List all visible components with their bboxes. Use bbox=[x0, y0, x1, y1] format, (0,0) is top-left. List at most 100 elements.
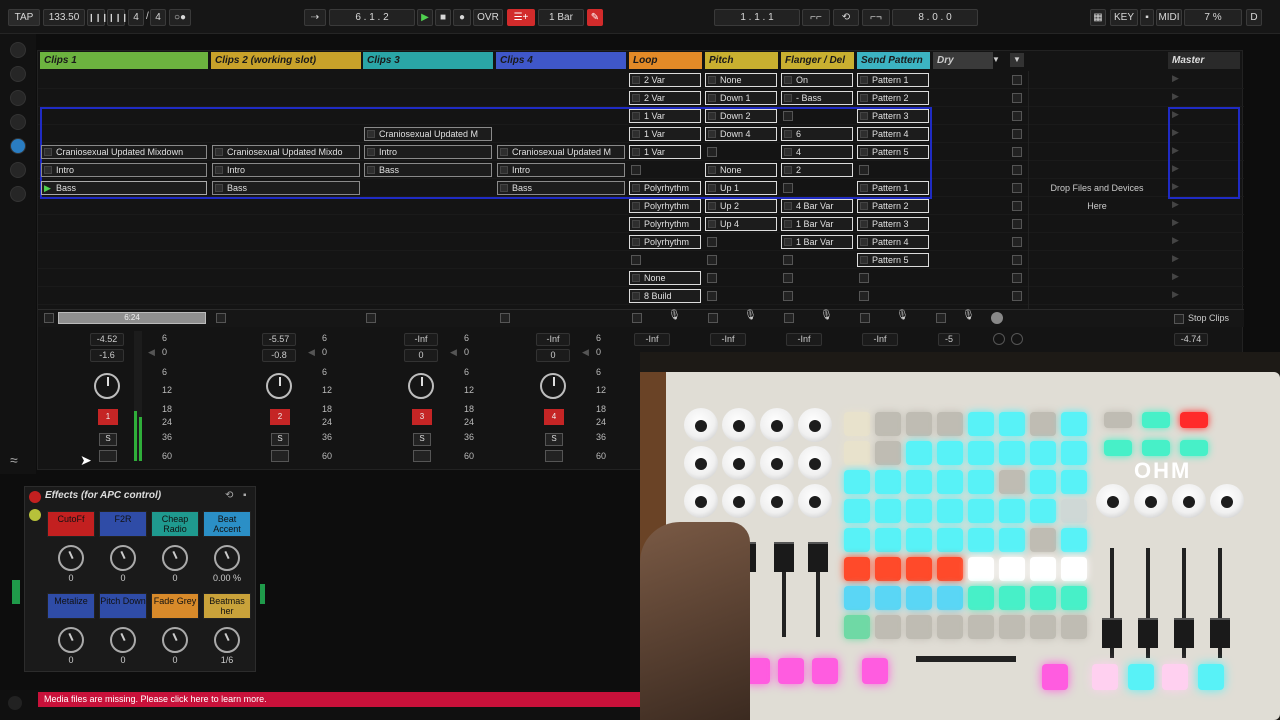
track-activator-button[interactable]: 4 bbox=[544, 409, 564, 425]
clip-slot[interactable]: Down 4 bbox=[705, 127, 777, 141]
track-stop-icon[interactable] bbox=[708, 313, 718, 323]
empty-slot-stop-icon[interactable] bbox=[859, 273, 869, 283]
clip-slot[interactable]: None bbox=[705, 163, 777, 177]
browser-category-icon[interactable] bbox=[10, 162, 26, 178]
pan-knob[interactable] bbox=[94, 373, 120, 399]
clip-slot[interactable]: Pattern 4 bbox=[857, 235, 929, 249]
macro-knob[interactable] bbox=[58, 627, 84, 653]
empty-slot-stop-icon[interactable] bbox=[783, 273, 793, 283]
clip-slot[interactable]: Bass bbox=[364, 163, 492, 177]
volume-display[interactable]: -Inf bbox=[404, 333, 438, 346]
empty-slot-stop-icon[interactable] bbox=[707, 147, 717, 157]
clip-slot[interactable]: Polyrhythm bbox=[629, 217, 701, 231]
empty-slot-stop-icon[interactable] bbox=[783, 111, 793, 121]
clip-stop-icon[interactable] bbox=[632, 292, 640, 300]
clip-slot[interactable]: 1 Var bbox=[629, 109, 701, 123]
scene-stop-icon[interactable] bbox=[1012, 147, 1022, 157]
track-stop-icon[interactable] bbox=[216, 313, 226, 323]
clip-stop-icon[interactable] bbox=[784, 166, 792, 174]
volume-fader-icon[interactable]: ◀ bbox=[450, 347, 457, 358]
clip-stop-icon[interactable] bbox=[500, 166, 508, 174]
return-volume-display[interactable]: -5 bbox=[938, 333, 960, 346]
scene-stop-icon[interactable] bbox=[1012, 201, 1022, 211]
clip-stop-icon[interactable] bbox=[708, 112, 716, 120]
track-header[interactable]: Clips 2 (working slot) bbox=[211, 52, 361, 69]
rack-map-icon[interactable]: ⟲ bbox=[225, 490, 233, 501]
macro-knob[interactable] bbox=[110, 545, 136, 571]
macro-label[interactable]: CutoFf bbox=[47, 511, 95, 537]
punch-in-icon[interactable]: ⌐⌐ bbox=[802, 9, 830, 26]
clip-slot[interactable]: None bbox=[705, 73, 777, 87]
clip-slot[interactable]: Polyrhythm bbox=[629, 181, 701, 195]
browser-category-icon[interactable] bbox=[10, 186, 26, 202]
arm-button[interactable] bbox=[271, 450, 289, 462]
clip-stop-icon[interactable] bbox=[632, 94, 640, 102]
macro-label[interactable]: Cheap Radio bbox=[151, 511, 199, 537]
clip-slot[interactable]: Craniosexual Updated Mixdown bbox=[41, 145, 207, 159]
browser-category-icon[interactable] bbox=[10, 42, 26, 58]
volume-display[interactable]: -5.57 bbox=[262, 333, 296, 346]
return-volume-display[interactable]: -Inf bbox=[634, 333, 670, 346]
clip-stop-icon[interactable] bbox=[632, 130, 640, 138]
clip-stop-icon[interactable] bbox=[44, 166, 52, 174]
clip-stop-icon[interactable] bbox=[860, 184, 868, 192]
track-activator-button[interactable]: 2 bbox=[270, 409, 290, 425]
empty-slot-stop-icon[interactable] bbox=[707, 255, 717, 265]
scene-launch-icon[interactable]: ▶ bbox=[1172, 199, 1179, 210]
save-preset-icon[interactable]: ▪ bbox=[243, 490, 247, 501]
scene-launch-icon[interactable]: ▶ bbox=[1172, 235, 1179, 246]
clip-stop-icon[interactable] bbox=[215, 148, 223, 156]
clip-slot[interactable]: Pattern 2 bbox=[857, 91, 929, 105]
clip-slot[interactable]: Pattern 3 bbox=[857, 217, 929, 231]
tempo-field[interactable]: 133.50 bbox=[43, 9, 85, 26]
meter-denominator[interactable]: 4 bbox=[150, 9, 166, 26]
track-header[interactable]: Clips 3 bbox=[363, 52, 493, 69]
scene-stop-icon[interactable] bbox=[1012, 273, 1022, 283]
clip-slot[interactable]: Pattern 5 bbox=[857, 145, 929, 159]
follow-icon[interactable]: ⇢ bbox=[304, 9, 326, 26]
clip-slot[interactable]: Pattern 3 bbox=[857, 109, 929, 123]
macro-knob[interactable] bbox=[58, 545, 84, 571]
track-stop-icon[interactable] bbox=[44, 313, 54, 323]
overdub-button[interactable]: OVR bbox=[473, 9, 503, 26]
empty-slot-stop-icon[interactable] bbox=[859, 165, 869, 175]
arm-button[interactable] bbox=[99, 450, 117, 462]
clip-stop-icon[interactable] bbox=[784, 238, 792, 246]
macro-label[interactable]: Fade Grey bbox=[151, 593, 199, 619]
volume-display[interactable]: -Inf bbox=[536, 333, 570, 346]
clip-slot[interactable]: Up 1 bbox=[705, 181, 777, 195]
empty-slot-stop-icon[interactable] bbox=[631, 255, 641, 265]
nudge-icon[interactable]: ❙❙❙ bbox=[87, 9, 108, 26]
chevron-down-icon[interactable]: ▼ bbox=[1010, 53, 1024, 67]
clip-slot[interactable]: None bbox=[629, 271, 701, 285]
empty-slot-stop-icon[interactable] bbox=[707, 237, 717, 247]
macro-label[interactable]: Metalize bbox=[47, 593, 95, 619]
quantize-select[interactable]: 1 Bar bbox=[538, 9, 584, 26]
clip-slot[interactable]: 2 Var bbox=[629, 73, 701, 87]
clip-stop-icon[interactable] bbox=[860, 238, 868, 246]
solo-button[interactable]: S bbox=[413, 433, 431, 446]
browser-category-icon[interactable] bbox=[10, 66, 26, 82]
clip-stop-icon[interactable] bbox=[784, 220, 792, 228]
solo-button[interactable]: S bbox=[99, 433, 117, 446]
clip-slot[interactable]: Polyrhythm bbox=[629, 199, 701, 213]
clip-slot[interactable]: Craniosexual Updated Mixdo bbox=[212, 145, 360, 159]
volume-fader-icon[interactable]: ◀ bbox=[308, 347, 315, 358]
scene-launch-icon[interactable]: ▶ bbox=[1172, 109, 1179, 120]
nudge-icon[interactable]: ❙❙❙ bbox=[107, 9, 128, 26]
clip-slot[interactable]: Intro bbox=[41, 163, 207, 177]
clip-stop-icon[interactable] bbox=[632, 238, 640, 246]
clip-stop-icon[interactable] bbox=[500, 184, 508, 192]
clip-stop-icon[interactable] bbox=[632, 274, 640, 282]
clip-slot[interactable]: 2 Var bbox=[629, 91, 701, 105]
macro-knob[interactable] bbox=[162, 545, 188, 571]
track-header[interactable]: Send Pattern bbox=[857, 52, 930, 69]
scene-stop-icon[interactable] bbox=[1012, 111, 1022, 121]
metronome-icon[interactable]: ○● bbox=[169, 9, 191, 26]
clip-stop-icon[interactable] bbox=[632, 148, 640, 156]
device-power-icon[interactable] bbox=[29, 491, 41, 503]
clip-stop-icon[interactable] bbox=[708, 202, 716, 210]
pan-knob[interactable] bbox=[408, 373, 434, 399]
empty-slot-stop-icon[interactable] bbox=[783, 255, 793, 265]
key-map-button[interactable]: KEY bbox=[1110, 9, 1138, 26]
